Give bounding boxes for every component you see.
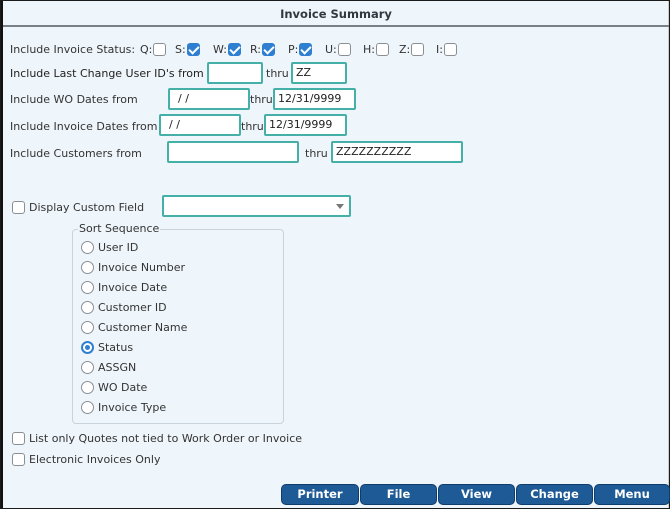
user-id-thru-input[interactable]: ZZ — [291, 62, 347, 84]
sort-option-customer-id[interactable]: Customer ID — [81, 300, 167, 316]
quotes-only-option[interactable]: List only Quotes not tied to Work Order … — [12, 431, 302, 447]
radio-button[interactable] — [81, 401, 94, 414]
invoice-dates-from-input[interactable]: / / — [159, 114, 241, 136]
user-id-range-label: Include Last Change User ID's from — [10, 67, 204, 80]
status-z-checkbox[interactable] — [411, 43, 425, 56]
file-button[interactable]: File — [360, 484, 437, 505]
custom-field-select[interactable] — [162, 195, 351, 217]
status-u[interactable]: U: — [325, 43, 351, 57]
electronic-only-option[interactable]: Electronic Invoices Only — [12, 452, 160, 468]
sort-option-customer-name[interactable]: Customer Name — [81, 320, 187, 336]
invoice-dates-thru-input[interactable]: 12/31/9999 — [264, 114, 347, 136]
customers-thru-label: thru — [305, 147, 328, 160]
wo-dates-label: Include WO Dates from — [10, 93, 138, 106]
radio-button[interactable] — [81, 301, 94, 314]
status-q-checkbox[interactable] — [153, 43, 167, 56]
display-custom-field-checkbox[interactable] — [12, 201, 25, 214]
sort-option-invoice-number[interactable]: Invoice Number — [81, 260, 185, 276]
radio-button[interactable] — [81, 361, 94, 374]
chevron-down-icon[interactable] — [336, 204, 344, 209]
invoice-dates-thru-label: thru — [241, 120, 264, 133]
status-i[interactable]: I: — [436, 43, 457, 57]
user-id-from-input[interactable] — [207, 62, 263, 84]
view-button[interactable]: View — [438, 484, 515, 505]
radio-button[interactable] — [81, 381, 94, 394]
status-s-checkbox[interactable] — [186, 43, 200, 56]
status-h-checkbox[interactable] — [375, 43, 389, 56]
display-custom-field-option[interactable]: Display Custom Field — [12, 200, 144, 216]
status-r[interactable]: R: — [250, 43, 276, 57]
customers-from-input[interactable] — [167, 141, 299, 163]
customers-range-label: Include Customers from — [10, 147, 142, 160]
wo-dates-from-input[interactable]: / / — [168, 88, 250, 110]
radio-button[interactable] — [81, 261, 94, 274]
status-h[interactable]: H: — [363, 43, 389, 57]
sort-option-user-id[interactable]: User ID — [81, 240, 138, 256]
status-u-checkbox[interactable] — [337, 43, 351, 56]
wo-dates-thru-input[interactable]: 12/31/9999 — [273, 88, 356, 110]
radio-button[interactable] — [81, 241, 94, 254]
sort-option-wo-date[interactable]: WO Date — [81, 380, 147, 396]
wo-dates-thru-label: thru — [250, 93, 273, 106]
change-button[interactable]: Change — [516, 484, 593, 505]
status-s[interactable]: S: — [175, 43, 200, 57]
status-r-checkbox[interactable] — [262, 43, 276, 56]
printer-button[interactable]: Printer — [281, 484, 359, 505]
status-filter-label: Include Invoice Status: — [10, 43, 136, 56]
menu-button[interactable]: Menu — [594, 484, 670, 505]
sort-option-assgn[interactable]: ASSGN — [81, 360, 136, 376]
status-p[interactable]: P: — [288, 43, 313, 57]
status-i-checkbox[interactable] — [443, 43, 457, 56]
radio-button-selected[interactable] — [81, 341, 94, 354]
radio-button[interactable] — [81, 281, 94, 294]
sort-option-status[interactable]: Status — [81, 340, 133, 356]
status-q[interactable]: Q: — [140, 43, 167, 57]
radio-button[interactable] — [81, 321, 94, 334]
status-w-checkbox[interactable] — [227, 43, 241, 56]
sort-sequence-legend: Sort Sequence — [78, 222, 161, 235]
user-id-thru-label: thru — [266, 67, 289, 80]
window-title: Invoice Summary — [3, 1, 669, 27]
status-p-checkbox[interactable] — [299, 43, 313, 56]
invoice-summary-window: Invoice Summary Include Invoice Status: … — [1, 1, 670, 508]
customers-thru-input[interactable]: ZZZZZZZZZZ — [331, 141, 463, 163]
electronic-only-checkbox[interactable] — [12, 453, 25, 466]
status-z[interactable]: Z: — [399, 43, 425, 57]
status-w[interactable]: W: — [213, 43, 241, 57]
sort-option-invoice-type[interactable]: Invoice Type — [81, 400, 166, 416]
sort-option-invoice-date[interactable]: Invoice Date — [81, 280, 167, 296]
quotes-only-checkbox[interactable] — [12, 432, 25, 445]
invoice-dates-label: Include Invoice Dates from — [10, 120, 158, 133]
